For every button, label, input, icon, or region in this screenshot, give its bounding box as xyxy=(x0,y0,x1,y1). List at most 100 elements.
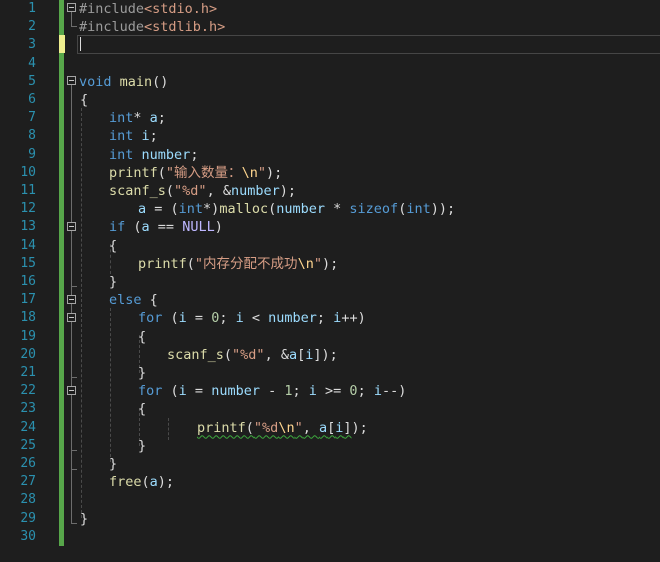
code-token: <stdlib.h> xyxy=(144,19,226,36)
code-token: ); xyxy=(157,474,175,491)
code-line-7[interactable]: int* a; xyxy=(109,109,166,127)
for1-fold-line xyxy=(71,322,72,377)
line-number: 22 xyxy=(20,383,36,399)
code-line-2[interactable]: #include<stdlib.h> xyxy=(79,18,225,36)
code-token: sizeof xyxy=(349,201,399,218)
fold-toggle-for-1[interactable] xyxy=(67,313,76,322)
code-token: , & xyxy=(264,346,289,363)
include-fold-end xyxy=(71,26,77,27)
code-line-27[interactable]: free(a); xyxy=(109,473,174,491)
code-token: int xyxy=(109,128,134,145)
line-number: 24 xyxy=(20,419,36,435)
code-line-19[interactable]: { xyxy=(138,328,146,346)
warning-squiggle[interactable]: printf("%d\n", a[i] xyxy=(197,420,352,436)
code-token: int xyxy=(109,110,134,127)
line-number: 30 xyxy=(20,528,36,544)
code-token: free xyxy=(109,474,142,491)
line-number: 5 xyxy=(28,73,36,89)
code-line-9[interactable]: int number; xyxy=(109,146,198,164)
code-token: { xyxy=(80,92,89,108)
code-token: * xyxy=(325,201,350,218)
code-token: ( xyxy=(162,310,179,327)
code-token: int xyxy=(406,201,431,218)
code-token: "输入数量： xyxy=(165,164,242,181)
code-token: scanf_s xyxy=(167,346,224,363)
code-token: ; xyxy=(316,310,334,327)
code-line-21[interactable]: } xyxy=(138,364,146,382)
line-number: 16 xyxy=(20,274,36,289)
line-number: 21 xyxy=(20,365,36,380)
code-token: "%d" xyxy=(232,346,265,363)
code-token: a xyxy=(138,201,147,218)
code-token: } xyxy=(109,456,118,472)
code-token: #include xyxy=(79,19,145,36)
code-line-22[interactable]: for (i = number - 1; i >= 0; i--) xyxy=(138,382,406,400)
line-number: 6 xyxy=(28,92,36,107)
code-token: 0 xyxy=(349,383,358,400)
code-token: a xyxy=(141,219,150,236)
code-token: )); xyxy=(430,201,456,218)
code-token: i xyxy=(141,128,150,145)
code-token: - xyxy=(259,383,285,400)
code-line-14[interactable]: { xyxy=(109,237,117,255)
code-line-8[interactable]: int i; xyxy=(109,127,158,145)
code-token: number xyxy=(141,146,191,163)
fold-toggle-main[interactable] xyxy=(67,76,76,85)
code-editor[interactable]: 1 2 3 4 5 6 7 8 9 10 11 12 13 14 15 16 1… xyxy=(0,0,660,562)
fold-toggle-includes[interactable] xyxy=(67,3,76,12)
code-line-18[interactable]: for (i = 0; i < number; i++) xyxy=(138,309,366,327)
code-line-6[interactable]: { xyxy=(80,91,88,109)
code-token: else xyxy=(109,292,142,309)
code-token: ( xyxy=(125,219,142,236)
code-token: int xyxy=(178,201,204,218)
code-token: number xyxy=(276,201,326,218)
code-line-12[interactable]: a = (int*)malloc(number * sizeof(int)); xyxy=(138,200,455,218)
for2-fold-line xyxy=(71,395,72,450)
code-token: \n xyxy=(278,419,295,436)
code-line-15[interactable]: printf("内存分配不成功\n"); xyxy=(138,255,338,273)
code-token: ( xyxy=(162,383,179,400)
code-line-13[interactable]: if (a == NULL) xyxy=(109,218,223,236)
code-token: ( xyxy=(186,255,195,272)
code-token: = xyxy=(186,383,212,400)
include-fold-line xyxy=(71,12,72,26)
code-line-24[interactable]: printf("%d\n", a[i]); xyxy=(197,419,368,437)
line-number: 25 xyxy=(20,437,36,453)
line-number: 11 xyxy=(20,183,36,198)
code-token: for xyxy=(138,383,163,400)
code-line-1[interactable]: #include<stdio.h> xyxy=(79,0,217,18)
code-token: *) xyxy=(203,201,220,218)
code-token: ; xyxy=(292,383,309,400)
code-token: void xyxy=(79,73,112,90)
code-token: \n xyxy=(241,164,258,181)
code-line-17[interactable]: else { xyxy=(109,291,158,309)
code-line-5[interactable]: void main() xyxy=(79,73,168,91)
code-token: <stdio.h> xyxy=(144,1,218,17)
indent-guide xyxy=(168,418,169,440)
code-token: ( xyxy=(165,183,175,199)
code-line-16[interactable]: } xyxy=(109,273,117,291)
code-line-10[interactable]: printf("输入数量：\n"); xyxy=(109,164,282,182)
line-number: 8 xyxy=(28,128,36,144)
if-fold-line xyxy=(71,231,72,286)
code-token: ( xyxy=(223,346,233,363)
code-token: < xyxy=(243,310,269,327)
code-line-11[interactable]: scanf_s("%d", &number); xyxy=(109,182,296,200)
code-token: number xyxy=(211,383,260,400)
code-token: , & xyxy=(206,183,231,199)
code-line-26[interactable]: } xyxy=(109,455,117,473)
fold-toggle-else[interactable] xyxy=(67,295,76,304)
code-token: i xyxy=(308,383,317,400)
code-token: malloc xyxy=(219,201,269,218)
code-line-25[interactable]: } xyxy=(138,437,146,455)
fold-toggle-if[interactable] xyxy=(67,222,76,231)
code-line-20[interactable]: scanf_s("%d", &a[i]); xyxy=(167,346,338,364)
code-line-29[interactable]: } xyxy=(80,510,88,528)
code-token: ; xyxy=(157,110,166,127)
fold-toggle-for-2[interactable] xyxy=(67,386,76,395)
code-line-23[interactable]: { xyxy=(138,400,146,418)
code-token: { xyxy=(109,237,118,254)
code-token: int xyxy=(109,146,134,163)
code-token: { xyxy=(141,292,158,309)
